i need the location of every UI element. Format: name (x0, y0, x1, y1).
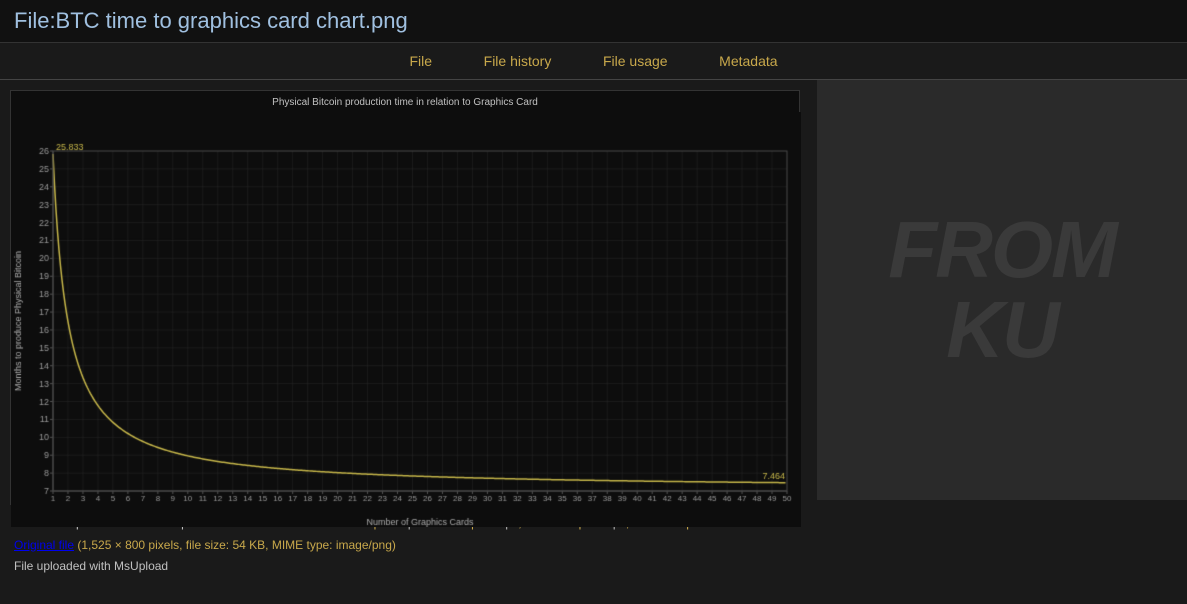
tab-bar: File File history File usage Metadata (0, 43, 1187, 80)
chart-canvas (11, 112, 801, 527)
chart-area: Physical Bitcoin production time in rela… (0, 80, 820, 505)
sidebar-image: FROMKU (817, 80, 1187, 500)
tab-metadata[interactable]: Metadata (719, 53, 777, 69)
tab-file[interactable]: File (409, 53, 432, 69)
main-content: Physical Bitcoin production time in rela… (0, 80, 1187, 505)
original-file-link[interactable]: Original file (14, 538, 74, 552)
page-title: File:BTC time to graphics card chart.png (14, 8, 1173, 34)
original-details: (1,525 × 800 pixels, file size: 54 KB, M… (77, 538, 396, 552)
tab-file-history[interactable]: File history (484, 53, 552, 69)
sidebar-bg: FROMKU (817, 80, 1187, 500)
tab-file-usage[interactable]: File usage (603, 53, 668, 69)
chart-title: Physical Bitcoin production time in rela… (11, 91, 799, 112)
title-bar: File:BTC time to graphics card chart.png (0, 0, 1187, 43)
original-line: Original file (1,525 × 800 pixels, file … (14, 535, 1173, 557)
chart-container: Physical Bitcoin production time in rela… (10, 90, 800, 505)
sidebar-text: FROMKU (888, 210, 1116, 370)
upload-line: File uploaded with MsUpload (14, 556, 1173, 578)
